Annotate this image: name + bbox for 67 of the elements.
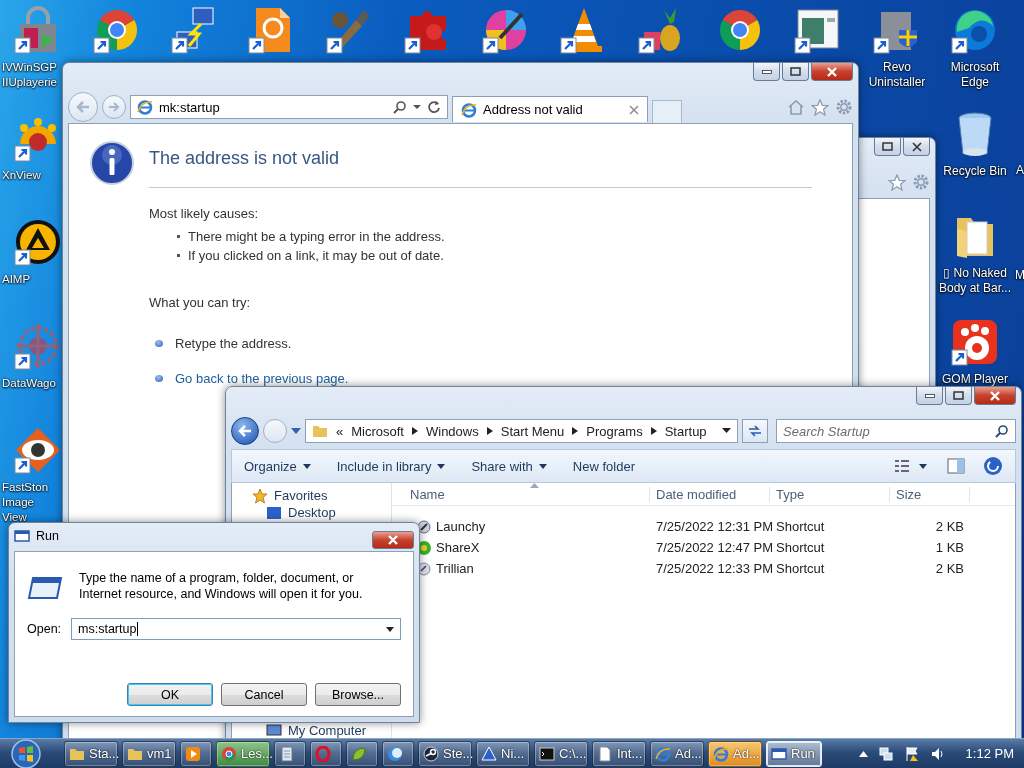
type-cell-text: Shortcut [775, 561, 826, 576]
column-header[interactable]: Type [770, 486, 890, 502]
sidebar-item[interactable]: Favorites [274, 488, 328, 503]
address-text: mk:startup [159, 99, 221, 115]
icon-label: XnView [2, 168, 41, 183]
date-cell-text: 7/25/2022 12:31 PM [655, 519, 770, 534]
error-heading: The address is not valid [149, 148, 812, 188]
icon-label: GOM Player [942, 372, 1008, 387]
toolbar-button[interactable]: Share with [471, 458, 547, 474]
size-cell-text: 2 KB [934, 519, 965, 534]
cause-text: There might be a typing error in the address. [188, 229, 445, 244]
icon-label: IVWinSGP IIUplayerie [2, 60, 58, 90]
icon-label: Recycle Bin [943, 164, 1007, 179]
icon-label: DataWago [2, 376, 56, 391]
icon-label: FastSton Image View [2, 480, 50, 525]
toolbar-button[interactable]: New folder [572, 458, 635, 474]
address-bar[interactable]: mk:startup [130, 95, 448, 119]
breadcrumb-item[interactable]: Programs [586, 423, 643, 439]
back-link[interactable]: Go back to the previous page. [175, 371, 349, 386]
toolbar-button[interactable]: Include in library [336, 458, 446, 474]
column-header[interactable]: Date modified [650, 486, 770, 502]
taskbar-button[interactable]: Ni... [476, 740, 530, 767]
sidebar-item[interactable]: Desktop [288, 505, 336, 520]
suggestion-text: Retype the address. [175, 336, 292, 351]
icon-label: M [1015, 268, 1024, 283]
address-bar[interactable]: « Microsoft Windows Start Menu Programs Startup [305, 419, 738, 443]
taskbar-button[interactable]: vm1 [122, 740, 176, 767]
open-field[interactable]: ms:startup [71, 618, 401, 640]
icon-label: AIMP [2, 272, 31, 287]
breadcrumb-item[interactable]: Startup [664, 423, 707, 439]
size-cell-text: 2 KB [934, 561, 965, 576]
run-message: Type the name of a program, folder, document, or Internet resource, and Windows will open it for you. [79, 570, 364, 602]
breadcrumb-item[interactable]: Start Menu [500, 423, 565, 439]
taskbar-button[interactable]: Sta... [64, 740, 118, 767]
icon-label: Microsoft Edge [949, 60, 1001, 90]
dialog-button[interactable]: Browse... [315, 683, 401, 706]
date-cell-text: 7/25/2022 12:33 PM [655, 561, 770, 576]
dialog-button[interactable]: OK [127, 683, 213, 706]
file-name[interactable]: Launchy [436, 519, 486, 534]
date-cell-text: 7/25/2022 12:47 PM [655, 540, 770, 555]
sidebar-item[interactable]: My Computer [288, 723, 367, 738]
file-name[interactable]: ShareX [436, 540, 480, 555]
search-field[interactable]: Search Startup [776, 419, 1016, 443]
type-cell-text: Shortcut [775, 519, 826, 534]
window-title: Run [36, 529, 59, 543]
icon-label: ▯ No Naked Body at Bar... [937, 266, 1012, 296]
icon-label: A [1016, 163, 1024, 178]
browser-tab[interactable]: Address not valid [452, 96, 648, 122]
open-label: Open: [27, 622, 62, 636]
taskbar-button[interactable]: Ad... [650, 740, 704, 767]
size-cell-text: 1 KB [934, 540, 965, 555]
column-header[interactable]: Size [890, 486, 970, 502]
icon-label: Revo Uninstaller [867, 60, 927, 90]
causes-title: Most likely causes: [149, 206, 260, 221]
clock[interactable]: 1:12 PM [965, 746, 1014, 761]
taskbar-button[interactable]: C:\... [534, 740, 588, 767]
taskbar-button[interactable]: Ste... [418, 740, 472, 767]
breadcrumb-item[interactable]: Windows [425, 423, 479, 439]
toolbar-button[interactable]: Organize [244, 458, 311, 474]
taskbar-button[interactable]: Int... [592, 740, 646, 767]
try-title: What you can try: [149, 295, 252, 310]
overflow-chevron[interactable]: « [336, 423, 344, 439]
cause-text: If you clicked on a link, it may be out of date. [188, 248, 444, 263]
type-cell-text: Shortcut [775, 540, 826, 555]
dialog-button[interactable]: Cancel [221, 683, 307, 706]
breadcrumb-item[interactable]: Microsoft [351, 423, 404, 439]
file-name[interactable]: Trillian [436, 561, 474, 576]
